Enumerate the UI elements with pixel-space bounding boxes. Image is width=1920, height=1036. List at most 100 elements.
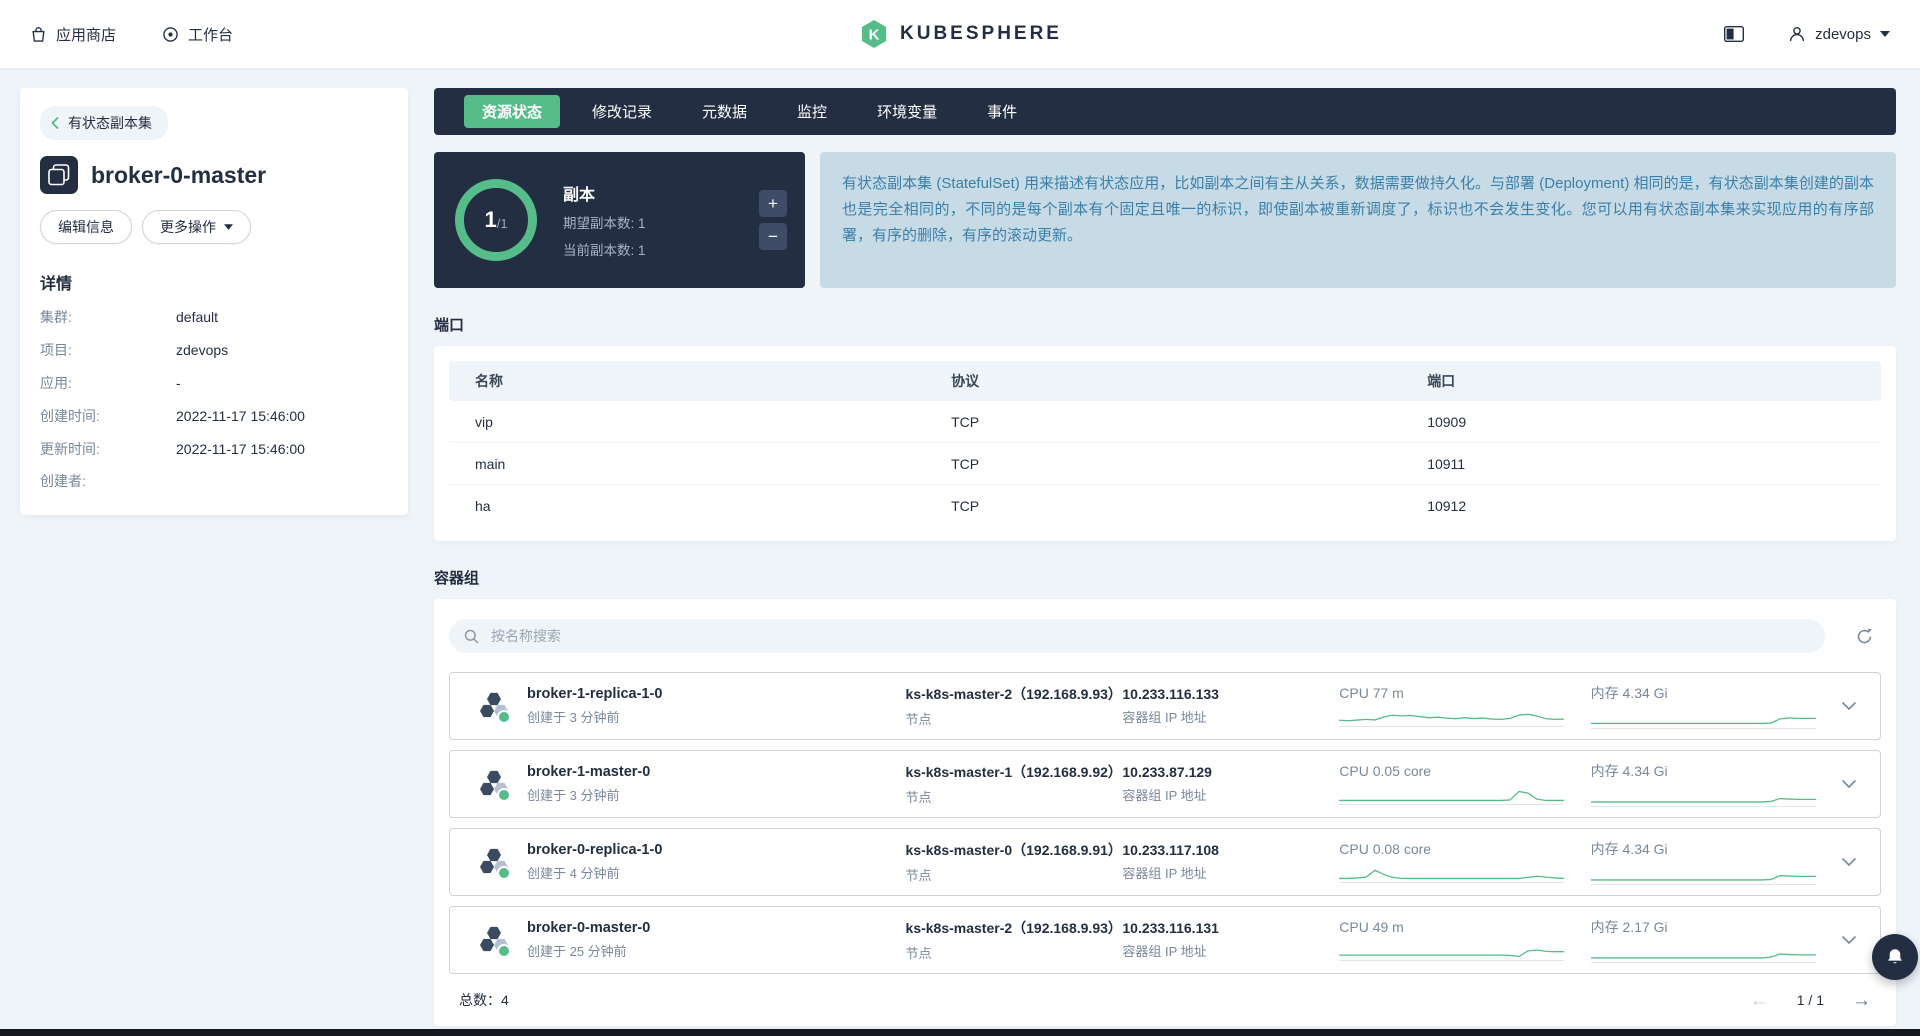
- replica-donut: 1 /1: [454, 178, 538, 262]
- chevron-down-icon[interactable]: [1842, 702, 1856, 710]
- more-actions-label: 更多操作: [160, 219, 216, 235]
- replica-count-current: 1: [484, 207, 497, 232]
- page-body: 有状态副本集 broker-0-master 编辑信息 更多操作 详情 集群: …: [0, 68, 1920, 1026]
- pod-search-input[interactable]: [489, 627, 1810, 645]
- replica-info: 副本 期望副本数: 1 当前副本数: 1: [563, 181, 646, 259]
- decrease-replica-button[interactable]: −: [759, 223, 787, 250]
- pod-memory-col: 内存 2.17 Gi: [1590, 917, 1842, 963]
- workbench-icon: [163, 26, 178, 42]
- detail-value: -: [176, 374, 181, 391]
- current-replicas: 当前副本数: 1: [563, 243, 646, 258]
- pod-node: ks-k8s-master-2（192.168.9.93）: [905, 920, 1122, 936]
- edit-info-button[interactable]: 编辑信息: [40, 210, 132, 244]
- pod-node-label: 节点: [905, 868, 932, 883]
- tab[interactable]: 事件: [969, 95, 1035, 128]
- pod-row[interactable]: broker-0-replica-1-0 创建于 4 分钟前 ks-k8s-ma…: [449, 828, 1881, 896]
- more-actions-button[interactable]: 更多操作: [142, 210, 251, 244]
- desired-replicas: 期望副本数: 1: [563, 216, 646, 231]
- next-page-icon[interactable]: →: [1852, 991, 1871, 1010]
- pod-cpu-value: CPU 49 m: [1339, 919, 1404, 935]
- detail-tabbar: 资源状态 修改记录 元数据 监控 环境变量 事件: [434, 88, 1896, 135]
- pod-icon: [480, 926, 511, 958]
- back-label: 有状态副本集: [68, 115, 152, 131]
- chevron-down-icon[interactable]: [1842, 936, 1856, 944]
- pod-node-label: 节点: [905, 712, 932, 727]
- pod-ip: 10.233.116.133: [1122, 686, 1219, 702]
- cpu-sparkline: [1339, 861, 1565, 883]
- tab[interactable]: 监控: [779, 95, 845, 128]
- pod-row[interactable]: broker-0-master-0 创建于 25 分钟前 ks-k8s-mast…: [449, 906, 1881, 974]
- pagination: ← 1 / 1 →: [1750, 991, 1871, 1010]
- notification-fab[interactable]: [1872, 934, 1918, 980]
- toolbox-icon[interactable]: [1724, 26, 1745, 42]
- pod-cpu-value: CPU 77 m: [1339, 685, 1404, 701]
- refresh-button[interactable]: [1847, 619, 1881, 653]
- pod-name[interactable]: broker-0-replica-1-0: [527, 842, 906, 858]
- tab[interactable]: 资源状态: [464, 95, 561, 128]
- pod-icon: [480, 770, 511, 802]
- pod-name-col: broker-1-replica-1-0 创建于 3 分钟前: [527, 686, 906, 726]
- port-number: 10912: [1427, 497, 1467, 514]
- port-row: vip TCP 10909: [449, 401, 1881, 443]
- nav-workbench[interactable]: 工作台: [162, 24, 233, 45]
- port-row: main TCP 10911: [449, 443, 1881, 485]
- pod-cpu-value: CPU 0.08 core: [1339, 841, 1432, 857]
- tab[interactable]: 修改记录: [574, 95, 670, 128]
- pod-memory-value: 内存 4.34 Gi: [1590, 685, 1668, 701]
- tab[interactable]: 元数据: [684, 95, 765, 128]
- detail-label: 创建时间:: [40, 407, 100, 424]
- tab-label: 事件: [987, 104, 1018, 121]
- pod-name-col: broker-1-master-0 创建于 3 分钟前: [527, 764, 906, 804]
- ports-section-title: 端口: [434, 317, 465, 334]
- pod-node-label: 节点: [905, 790, 932, 805]
- port-name: ha: [475, 497, 491, 514]
- chevron-left-icon: [51, 117, 59, 129]
- pod-ip-col: 10.233.116.131 容器组 IP 地址: [1122, 920, 1339, 960]
- user-menu[interactable]: zdevops: [1788, 25, 1890, 43]
- pod-search-box[interactable]: [449, 619, 1825, 653]
- pods-section-title: 容器组: [434, 570, 480, 587]
- pod-icon: [480, 692, 511, 724]
- pods-card: broker-1-replica-1-0 创建于 3 分钟前 ks-k8s-ma…: [434, 599, 1896, 1026]
- user-icon: [1790, 27, 1805, 42]
- search-icon: [464, 629, 479, 643]
- port-row: ha TCP 10912: [449, 485, 1881, 526]
- kubesphere-logo-icon: K: [861, 20, 887, 48]
- pod-row[interactable]: broker-1-replica-1-0 创建于 3 分钟前 ks-k8s-ma…: [449, 672, 1881, 740]
- ports-table-header: 名称 协议 端口: [449, 361, 1881, 401]
- pod-ip: 10.233.117.108: [1122, 842, 1219, 858]
- username: zdevops: [1815, 25, 1871, 43]
- memory-sparkline: [1590, 707, 1816, 729]
- cpu-sparkline: [1339, 705, 1565, 727]
- chevron-down-icon[interactable]: [1842, 780, 1856, 788]
- chevron-down-icon[interactable]: [1842, 858, 1856, 866]
- tab-label: 资源状态: [482, 104, 543, 121]
- detail-label: 更新时间:: [40, 440, 100, 457]
- pod-node-col: ks-k8s-master-2（192.168.9.93） 节点: [906, 684, 1123, 728]
- navbar-left: 应用商店 工作台: [30, 24, 233, 45]
- pod-row[interactable]: broker-1-master-0 创建于 3 分钟前 ks-k8s-maste…: [449, 750, 1881, 818]
- detail-label: 项目:: [40, 341, 72, 358]
- increase-replica-button[interactable]: +: [759, 190, 787, 217]
- pod-memory-col: 内存 4.34 Gi: [1590, 683, 1842, 729]
- pod-name[interactable]: broker-0-master-0: [527, 920, 906, 936]
- port-number: 10909: [1427, 413, 1467, 430]
- caret-down-icon: [224, 224, 233, 230]
- pod-name[interactable]: broker-1-master-0: [527, 764, 906, 780]
- tab[interactable]: 环境变量: [859, 95, 955, 128]
- nav-app-store-label: 应用商店: [56, 26, 117, 44]
- prev-page-icon[interactable]: ←: [1750, 991, 1769, 1010]
- pod-ip-label: 容器组 IP 地址: [1122, 866, 1207, 881]
- kubesphere-logo[interactable]: K KUBESPHERE: [858, 18, 1062, 50]
- pod-icon: [480, 848, 511, 880]
- caret-down-icon: [1880, 31, 1890, 37]
- nav-app-store[interactable]: 应用商店: [30, 24, 116, 45]
- page-title: broker-0-master: [91, 161, 267, 188]
- detail-label: 应用:: [40, 374, 72, 391]
- resource-title-row: broker-0-master: [40, 156, 388, 194]
- ports-header-name: 名称: [475, 373, 503, 389]
- statefulset-icon: [40, 156, 78, 194]
- cpu-sparkline: [1339, 939, 1565, 961]
- pod-name[interactable]: broker-1-replica-1-0: [527, 686, 906, 702]
- back-to-statefulsets[interactable]: 有状态副本集: [40, 106, 168, 140]
